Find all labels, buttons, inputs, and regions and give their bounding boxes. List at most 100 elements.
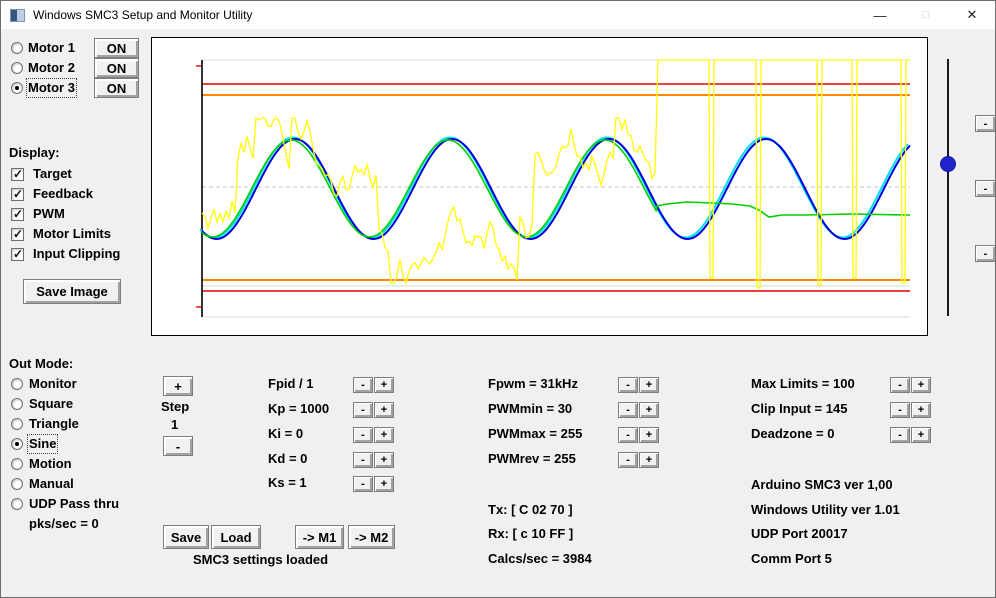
input-clipping-label[interactable]: Input Clipping xyxy=(33,246,120,262)
send-m2-button[interactable]: -> M2 xyxy=(348,525,395,549)
clip-input-minus-button[interactable]: - xyxy=(890,402,910,418)
out-mode-triangle-label[interactable]: Triangle xyxy=(29,416,79,432)
out-mode-triangle-radio[interactable] xyxy=(11,418,23,430)
motor-2-on-button[interactable]: ON xyxy=(94,58,139,78)
out-mode-sine-radio[interactable] xyxy=(11,438,23,450)
kp-plus-button[interactable]: + xyxy=(374,402,394,418)
comm-port: Comm Port 5 xyxy=(751,551,832,566)
out-mode-monitor-label[interactable]: Monitor xyxy=(29,376,77,392)
kp-minus-button[interactable]: - xyxy=(353,402,373,418)
close-button[interactable]: ✕ xyxy=(950,1,994,29)
motor-2-radio[interactable] xyxy=(11,62,23,74)
feedback-checkbox[interactable] xyxy=(11,187,24,201)
clip-input-plus-button[interactable]: + xyxy=(911,402,931,418)
ks-label: Ks = 1 xyxy=(268,475,307,490)
utility-version: Windows Utility ver 1.01 xyxy=(751,502,900,517)
motor-2-label[interactable]: Motor 2 xyxy=(28,60,75,76)
pwmrev-minus-button[interactable]: - xyxy=(618,452,638,468)
kd-plus-button[interactable]: + xyxy=(374,452,394,468)
arduino-version: Arduino SMC3 ver 1,00 xyxy=(751,477,893,492)
step-minus-button[interactable]: - xyxy=(163,436,193,456)
max-limits-plus-button[interactable]: + xyxy=(911,377,931,393)
motor-3-label[interactable]: Motor 3 xyxy=(26,78,77,98)
motor-1-radio[interactable] xyxy=(11,42,23,54)
ks-minus-button[interactable]: - xyxy=(353,476,373,492)
slider-dec-button-1[interactable]: - xyxy=(975,115,995,132)
clip-input-label: Clip Input = 145 xyxy=(751,401,848,416)
slider-dec-button-2[interactable]: - xyxy=(975,180,995,197)
motor-3-on-button[interactable]: ON xyxy=(94,78,139,98)
ki-minus-button[interactable]: - xyxy=(353,427,373,443)
app-window: Windows SMC3 Setup and Monitor Utility —… xyxy=(0,0,996,598)
out-mode-heading: Out Mode: xyxy=(9,356,74,371)
motor-3-radio[interactable] xyxy=(11,82,23,94)
out-mode-udp-label[interactable]: UDP Pass thru xyxy=(29,496,119,512)
max-limits-minus-button[interactable]: - xyxy=(890,377,910,393)
fpid-minus-button[interactable]: - xyxy=(353,377,373,393)
pwmmax-label: PWMmax = 255 xyxy=(488,426,583,441)
pwmmin-minus-button[interactable]: - xyxy=(618,402,638,418)
motor-1-on-button[interactable]: ON xyxy=(94,38,139,58)
feedback-label[interactable]: Feedback xyxy=(33,186,93,202)
rx-value: Rx: [ c 10 FF ] xyxy=(488,526,574,541)
motor-limits-checkbox[interactable] xyxy=(11,227,24,241)
load-button[interactable]: Load xyxy=(211,525,261,549)
maximize-button[interactable]: □ xyxy=(904,1,948,29)
target-checkbox[interactable] xyxy=(11,167,24,181)
out-mode-manual-label[interactable]: Manual xyxy=(29,476,74,492)
out-mode-sine-label[interactable]: Sine xyxy=(26,434,59,454)
pwmrev-plus-button[interactable]: + xyxy=(639,452,659,468)
motor-1-label[interactable]: Motor 1 xyxy=(28,40,75,56)
pwm-label[interactable]: PWM xyxy=(33,206,65,222)
kp-label: Kp = 1000 xyxy=(268,401,330,416)
save-image-button[interactable]: Save Image xyxy=(23,279,121,304)
udp-port: UDP Port 20017 xyxy=(751,526,848,541)
fpwm-minus-button[interactable]: - xyxy=(618,377,638,393)
target-label[interactable]: Target xyxy=(33,166,72,182)
pks-per-sec-label: pks/sec = 0 xyxy=(29,516,99,531)
pwm-checkbox[interactable] xyxy=(11,207,24,221)
display-heading: Display: xyxy=(9,145,60,160)
app-icon xyxy=(10,9,25,22)
ks-plus-button[interactable]: + xyxy=(374,476,394,492)
pwmmax-plus-button[interactable]: + xyxy=(639,427,659,443)
max-limits-label: Max Limits = 100 xyxy=(751,376,855,391)
out-mode-motion-label[interactable]: Motion xyxy=(29,456,72,472)
fpwm-plus-button[interactable]: + xyxy=(639,377,659,393)
kd-minus-button[interactable]: - xyxy=(353,452,373,468)
scale-slider-track[interactable] xyxy=(947,59,949,316)
out-mode-monitor-radio[interactable] xyxy=(11,378,23,390)
kd-label: Kd = 0 xyxy=(268,451,308,466)
window-title: Windows SMC3 Setup and Monitor Utility xyxy=(33,8,253,22)
ki-label: Ki = 0 xyxy=(268,426,304,441)
scope-chart xyxy=(151,37,928,336)
pwmmax-minus-button[interactable]: - xyxy=(618,427,638,443)
deadzone-minus-button[interactable]: - xyxy=(890,427,910,443)
scope-chart-canvas xyxy=(196,59,911,318)
slider-dec-button-3[interactable]: - xyxy=(975,245,995,262)
pwmrev-label: PWMrev = 255 xyxy=(488,451,576,466)
out-mode-square-radio[interactable] xyxy=(11,398,23,410)
pwmmin-plus-button[interactable]: + xyxy=(639,402,659,418)
deadzone-label: Deadzone = 0 xyxy=(751,426,835,441)
send-m1-button[interactable]: -> M1 xyxy=(295,525,344,549)
out-mode-square-label[interactable]: Square xyxy=(29,396,73,412)
ki-plus-button[interactable]: + xyxy=(374,427,394,443)
fpid-label: Fpid / 1 xyxy=(268,376,314,391)
step-label: Step xyxy=(161,399,190,414)
step-plus-button[interactable]: + xyxy=(163,376,193,396)
scale-slider-thumb[interactable] xyxy=(940,156,956,172)
fpid-plus-button[interactable]: + xyxy=(374,377,394,393)
step-value: 1 xyxy=(171,417,179,432)
fpwm-label: Fpwm = 31kHz xyxy=(488,376,578,391)
save-button[interactable]: Save xyxy=(163,525,209,549)
input-clipping-checkbox[interactable] xyxy=(11,247,24,261)
out-mode-manual-radio[interactable] xyxy=(11,478,23,490)
settings-status: SMC3 settings loaded xyxy=(193,552,329,567)
out-mode-udp-radio[interactable] xyxy=(11,498,23,510)
calcs-per-sec: Calcs/sec = 3984 xyxy=(488,551,592,566)
deadzone-plus-button[interactable]: + xyxy=(911,427,931,443)
out-mode-motion-radio[interactable] xyxy=(11,458,23,470)
minimize-button[interactable]: — xyxy=(858,1,902,29)
motor-limits-label[interactable]: Motor Limits xyxy=(33,226,111,242)
